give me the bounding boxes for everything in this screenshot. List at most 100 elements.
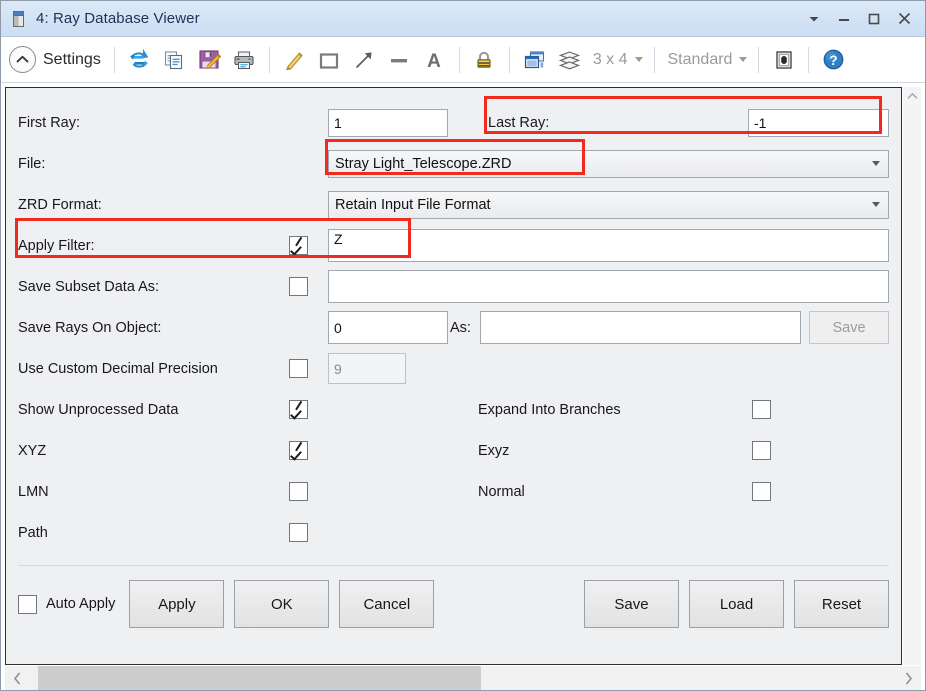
minimize-icon[interactable]: [829, 2, 859, 36]
xyz-checkbox[interactable]: [289, 441, 308, 460]
vertical-scrollbar-track[interactable]: [903, 105, 921, 665]
last-ray-label-cell: Last Ray:: [488, 102, 748, 143]
apply-filter-checkbox[interactable]: [289, 236, 308, 255]
chevron-up-icon[interactable]: [903, 87, 921, 105]
layers-icon[interactable]: [552, 42, 587, 78]
grid-layout-value: 3 x 4: [593, 51, 628, 69]
settings-label: Settings: [43, 51, 101, 69]
file-label-cell: File:: [18, 143, 328, 184]
database-icon: [11, 10, 27, 28]
settings-form: First Ray: 1 Last Ray: -1: [6, 88, 901, 628]
ok-button[interactable]: OK: [234, 580, 329, 628]
copy-icon[interactable]: [157, 42, 192, 78]
horizontal-scrollbar-track[interactable]: [30, 666, 896, 690]
save-subset-label-cell: Save Subset Data As:: [18, 266, 328, 307]
toolbar-separator: [654, 47, 655, 73]
save-rays-object-input[interactable]: 0: [328, 311, 448, 344]
lock-icon[interactable]: [467, 42, 502, 78]
file-combo[interactable]: Stray Light_Telescope.ZRD: [328, 150, 889, 178]
pencil-icon[interactable]: [277, 42, 312, 78]
path-checkbox[interactable]: [289, 523, 308, 542]
close-icon[interactable]: [889, 2, 919, 36]
row-zrd-format: ZRD Format: Retain Input File Format: [18, 184, 889, 225]
vertical-scrollbar[interactable]: [902, 87, 921, 665]
auto-apply-checkbox[interactable]: [18, 595, 37, 614]
apply-filter-input[interactable]: Z: [328, 229, 889, 262]
text-icon[interactable]: A: [417, 42, 452, 78]
custom-precision-label-cell: Use Custom Decimal Precision: [18, 348, 328, 389]
custom-precision-checkbox[interactable]: [289, 359, 308, 378]
save-rays-as-input[interactable]: [480, 311, 801, 344]
exyz-checkbox[interactable]: [752, 441, 771, 460]
save-subset-checkbox[interactable]: [289, 277, 308, 296]
apply-button[interactable]: Apply: [129, 580, 224, 628]
print-icon[interactable]: [227, 42, 262, 78]
lmn-checkbox[interactable]: [289, 482, 308, 501]
refresh-icon[interactable]: [122, 42, 157, 78]
reset-settings-button[interactable]: Reset: [794, 580, 889, 628]
auto-apply-group[interactable]: Auto Apply: [18, 595, 115, 614]
expand-branches-cell: Expand Into Branches: [328, 400, 889, 419]
load-settings-button[interactable]: Load: [689, 580, 784, 628]
row-save-subset: Save Subset Data As:: [18, 266, 889, 307]
zrd-format-label-cell: ZRD Format:: [18, 184, 328, 225]
document-row: First Ray: 1 Last Ray: -1: [5, 87, 921, 665]
save-rays-label: Save Rays On Object:: [18, 320, 161, 336]
row-path: Path: [18, 512, 889, 553]
toolbar-separator: [509, 47, 510, 73]
chevron-right-icon[interactable]: [896, 666, 921, 690]
exyz-label: Exyz: [478, 443, 509, 459]
last-ray-input[interactable]: -1: [748, 109, 889, 137]
file-label: File:: [18, 156, 45, 172]
row-unprocessed-branches: Show Unprocessed Data Expand Into Branch…: [18, 389, 889, 430]
main-toolbar: Settings: [1, 37, 925, 83]
save-rays-label-cell: Save Rays On Object:: [18, 307, 328, 348]
svg-text:?: ?: [830, 53, 838, 68]
save-as-icon[interactable]: [192, 42, 227, 78]
chevron-left-icon[interactable]: [5, 666, 30, 690]
auto-apply-label: Auto Apply: [46, 596, 115, 612]
show-unprocessed-cell: Show Unprocessed Data: [18, 400, 328, 419]
save-subset-input[interactable]: [328, 270, 889, 303]
first-ray-input[interactable]: 1: [328, 109, 448, 137]
lmn-label: LMN: [18, 484, 49, 500]
save-settings-button[interactable]: Save: [584, 580, 679, 628]
zrd-format-label: ZRD Format:: [18, 197, 102, 213]
horizontal-scrollbar-thumb[interactable]: [38, 666, 481, 690]
grid-layout-combo[interactable]: 3 x 4: [587, 45, 647, 75]
frame-icon[interactable]: [766, 42, 801, 78]
row-first-last-ray: First Ray: 1 Last Ray: -1: [18, 102, 889, 143]
toolbar-separator: [808, 47, 809, 73]
window-controls: [799, 1, 925, 36]
arrow-icon[interactable]: [347, 42, 382, 78]
chevron-down-icon: [739, 57, 747, 62]
zrd-format-combo[interactable]: Retain Input File Format: [328, 191, 889, 219]
custom-precision-input[interactable]: 9: [328, 353, 406, 384]
expand-branches-checkbox[interactable]: [752, 400, 771, 419]
row-custom-precision: Use Custom Decimal Precision 9: [18, 348, 889, 389]
save-rays-save-button[interactable]: Save: [809, 311, 889, 344]
chevron-down-icon[interactable]: [799, 2, 829, 36]
normal-checkbox[interactable]: [752, 482, 771, 501]
xyz-label: XYZ: [18, 443, 46, 459]
exyz-cell: Exyz: [328, 441, 889, 460]
line-icon[interactable]: [382, 42, 417, 78]
settings-button[interactable]: Settings: [7, 42, 107, 78]
row-lmn-normal: LMN Normal: [18, 471, 889, 512]
first-ray-label: First Ray:: [18, 115, 80, 131]
toolbar-separator: [758, 47, 759, 73]
screenshot-root: 4: Ray Database Viewer: [0, 0, 926, 691]
window-icon[interactable]: [517, 42, 552, 78]
cancel-button[interactable]: Cancel: [339, 580, 434, 628]
save-rays-as-group: As: Save: [448, 311, 889, 344]
row-xyz-exyz: XYZ Exyz: [18, 430, 889, 471]
style-combo[interactable]: Standard: [662, 45, 752, 75]
maximize-icon[interactable]: [859, 2, 889, 36]
rectangle-icon[interactable]: [312, 42, 347, 78]
window-titlebar: 4: Ray Database Viewer: [1, 1, 925, 37]
horizontal-scrollbar[interactable]: [5, 665, 921, 690]
help-icon[interactable]: ?: [816, 42, 851, 78]
client-area: First Ray: 1 Last Ray: -1: [1, 83, 925, 690]
show-unprocessed-checkbox[interactable]: [289, 400, 308, 419]
custom-precision-label: Use Custom Decimal Precision: [18, 361, 218, 377]
